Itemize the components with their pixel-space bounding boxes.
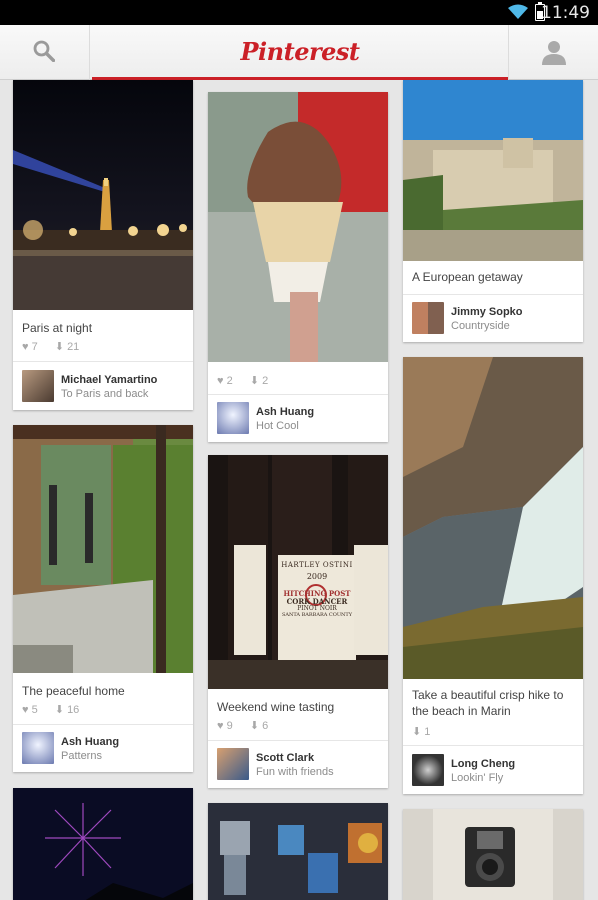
avatar[interactable] bbox=[412, 754, 444, 786]
pin-stats: ♥ 9 ⬇ 6 bbox=[217, 719, 282, 732]
wine-label-text: HARTLEY OSTINI 2009 HITCHING POST CORK D… bbox=[281, 561, 353, 619]
pin-card[interactable]: Take a beautiful crisp hike to the beach… bbox=[403, 357, 583, 794]
pin-image[interactable] bbox=[403, 357, 583, 679]
heart-icon: ♥ 2 bbox=[217, 375, 233, 387]
pin-board-name[interactable]: To Paris and back bbox=[61, 388, 148, 400]
avatar[interactable] bbox=[217, 402, 249, 434]
pin-board-name[interactable]: Lookin' Fly bbox=[451, 772, 503, 784]
pin-board-name[interactable]: Fun with friends bbox=[256, 766, 334, 778]
pin-attribution[interactable]: Michael Yamartino To Paris and back bbox=[13, 362, 193, 410]
pinterest-logo: Pinterest bbox=[240, 37, 360, 66]
person-icon bbox=[542, 41, 566, 65]
pin-image[interactable] bbox=[208, 803, 388, 900]
profile-button[interactable] bbox=[508, 25, 598, 80]
heart-icon: ♥ 9 bbox=[217, 720, 233, 732]
pin-attribution[interactable]: Jimmy Sopko Countryside bbox=[403, 294, 583, 342]
pin-stats: ♥ 2 ⬇ 2 bbox=[217, 374, 282, 387]
pin-stats: ⬇ 1 bbox=[412, 725, 444, 738]
pin-card[interactable] bbox=[208, 803, 388, 900]
pin-card[interactable]: Paris at night ♥ 7 ⬇ 21 Michael Yamartin… bbox=[13, 80, 193, 410]
pin-caption: Paris at night bbox=[22, 321, 93, 335]
pushpin-icon: ⬇ 16 bbox=[54, 704, 80, 716]
pin-stats: ♥ 7 ⬇ 21 bbox=[22, 340, 93, 353]
heart-icon: ♥ 5 bbox=[22, 704, 38, 716]
search-button[interactable] bbox=[0, 25, 90, 80]
avatar[interactable] bbox=[22, 370, 54, 402]
pin-user-name[interactable]: Long Cheng bbox=[451, 758, 515, 770]
pin-caption: The peaceful home bbox=[22, 684, 125, 698]
pin-image[interactable] bbox=[403, 80, 583, 261]
pin-user-name[interactable]: Michael Yamartino bbox=[61, 374, 157, 386]
pin-caption: Weekend wine tasting bbox=[217, 700, 335, 714]
pin-card[interactable]: ♥ 2 ⬇ 2 Ash Huang Hot Cool bbox=[208, 92, 388, 442]
pin-caption: A European getaway bbox=[412, 270, 523, 284]
pin-attribution[interactable]: Ash Huang Patterns bbox=[13, 724, 193, 772]
pin-user-name[interactable]: Ash Huang bbox=[256, 406, 314, 418]
pin-attribution[interactable]: Ash Huang Hot Cool bbox=[208, 394, 388, 442]
pin-attribution[interactable]: Scott Clark Fun with friends bbox=[208, 740, 388, 788]
status-time: 11:49 bbox=[541, 3, 590, 23]
avatar[interactable] bbox=[217, 748, 249, 780]
pin-image[interactable] bbox=[208, 92, 388, 362]
pin-image[interactable] bbox=[13, 788, 193, 900]
app-header: Pinterest bbox=[0, 25, 598, 80]
pin-stats: ♥ 5 ⬇ 16 bbox=[22, 703, 93, 716]
pin-image[interactable] bbox=[403, 809, 583, 900]
pin-card[interactable]: HARTLEY OSTINI 2009 HITCHING POST CORK D… bbox=[208, 455, 388, 788]
search-icon bbox=[33, 40, 55, 62]
home-tab[interactable]: Pinterest bbox=[92, 25, 508, 80]
pin-user-name[interactable]: Scott Clark bbox=[256, 752, 314, 764]
wifi-icon bbox=[508, 4, 528, 19]
pin-user-name[interactable]: Ash Huang bbox=[61, 736, 119, 748]
pin-card[interactable] bbox=[403, 809, 583, 900]
pin-user-name[interactable]: Jimmy Sopko bbox=[451, 306, 523, 318]
avatar[interactable] bbox=[22, 732, 54, 764]
pin-board-name[interactable]: Patterns bbox=[61, 750, 102, 762]
pushpin-icon: ⬇ 6 bbox=[249, 720, 269, 732]
pin-card[interactable] bbox=[13, 788, 193, 900]
pin-card[interactable]: A European getaway Jimmy Sopko Countrysi… bbox=[403, 80, 583, 342]
pin-board-name[interactable]: Hot Cool bbox=[256, 420, 299, 432]
pin-image[interactable] bbox=[13, 80, 193, 310]
status-bar: 11:49 bbox=[0, 0, 598, 25]
pushpin-icon: ⬇ 1 bbox=[412, 726, 431, 738]
pin-attribution[interactable]: Long Cheng Lookin' Fly bbox=[403, 746, 583, 794]
pin-image[interactable] bbox=[13, 425, 193, 673]
pin-board-name[interactable]: Countryside bbox=[451, 320, 510, 332]
pin-card[interactable]: The peaceful home ♥ 5 ⬇ 16 Ash Huang Pat… bbox=[13, 425, 193, 772]
pin-caption: Take a beautiful crisp hike to the beach… bbox=[412, 688, 564, 718]
pin-image[interactable]: HARTLEY OSTINI 2009 HITCHING POST CORK D… bbox=[208, 455, 388, 689]
avatar[interactable] bbox=[412, 302, 444, 334]
pushpin-icon: ⬇ 2 bbox=[249, 375, 269, 387]
heart-icon: ♥ 7 bbox=[22, 341, 38, 353]
pushpin-icon: ⬇ 21 bbox=[54, 341, 80, 353]
